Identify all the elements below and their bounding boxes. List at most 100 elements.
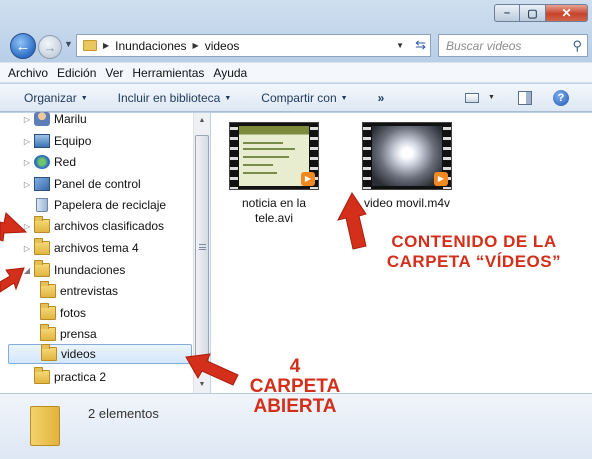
- media-player-icon: ▶: [301, 172, 315, 186]
- annotation-content: CONTENIDO DE LA CARPETA “VÍDEOS”: [368, 232, 580, 272]
- expand-arrow-icon[interactable]: ▷: [22, 244, 32, 253]
- maximize-icon[interactable]: ▢: [520, 4, 546, 22]
- navigation-pane: ▷ Marilu ▷ Equipo ▷ Red ▷ Panel de contr…: [0, 112, 210, 393]
- expand-arrow-icon[interactable]: ▷: [22, 137, 32, 146]
- annotation-open-folder: 4 CARPETA ABIERTA: [236, 357, 354, 417]
- change-view-icon[interactable]: [465, 93, 479, 103]
- organize-button[interactable]: Organizar ▼: [24, 91, 88, 105]
- tree-item-label: archivos clasificados: [54, 219, 165, 233]
- tree-item-papelera[interactable]: Papelera de reciclaje: [22, 195, 166, 215]
- expand-arrow-icon[interactable]: ▷: [22, 180, 32, 189]
- file-name-line: tele.avi: [254, 211, 294, 225]
- tree-item-label: fotos: [60, 306, 87, 320]
- chevron-right-icon[interactable]: ▶: [193, 41, 199, 50]
- grip-icon: [199, 244, 206, 250]
- annotation-line: ABIERTA: [253, 396, 337, 417]
- tree-item-label: prensa: [60, 327, 97, 341]
- minimize-icon[interactable]: –: [494, 4, 520, 22]
- address-bar[interactable]: ▶ Inundaciones ▶ videos ▼ ⇆: [76, 34, 431, 57]
- more-commands-button[interactable]: »: [378, 91, 385, 105]
- tree-item-fotos[interactable]: fotos: [38, 303, 86, 323]
- tree-item-label: Papelera de reciclaje: [54, 198, 167, 212]
- folder-icon: [34, 367, 50, 384]
- tree-item-entrevistas[interactable]: entrevistas: [38, 281, 118, 301]
- annotation-line: 4: [289, 356, 301, 377]
- item-count: 2 elementos: [88, 406, 159, 421]
- chevron-right-icon[interactable]: ▶: [103, 41, 109, 50]
- navigation-scrollbar[interactable]: ▲ ▼: [193, 113, 210, 393]
- menu-archivo[interactable]: Archivo: [8, 66, 48, 80]
- scroll-down-icon[interactable]: ▼: [194, 377, 210, 393]
- scroll-thumb[interactable]: [195, 135, 209, 365]
- view-dropdown-icon[interactable]: ▼: [488, 94, 495, 101]
- folder-icon: [30, 406, 60, 446]
- tree-item-archivos-clasificados[interactable]: ▷ archivos clasificados: [22, 216, 164, 236]
- tree-item-videos[interactable]: videos: [8, 344, 192, 364]
- organize-label: Organizar: [24, 90, 77, 105]
- annotation-line: CARPETA: [249, 376, 341, 397]
- tree-item-equipo[interactable]: ▷ Equipo: [22, 131, 91, 151]
- refresh-icon[interactable]: ⇆: [415, 37, 426, 53]
- thumbnail-frame: [239, 126, 309, 186]
- tree-item-archivos-tema-4[interactable]: ▷ archivos tema 4: [22, 238, 139, 258]
- file-name-line: noticia en la: [241, 196, 307, 210]
- search-icon[interactable]: ⚲: [572, 38, 582, 54]
- expand-arrow-icon[interactable]: ▷: [22, 222, 32, 231]
- breadcrumb-inundaciones[interactable]: Inundaciones: [115, 39, 186, 53]
- chevron-down-icon: ▼: [80, 94, 88, 102]
- computer-icon: [34, 134, 50, 148]
- share-label: Compartir con: [261, 90, 337, 105]
- tree-item-label: videos: [61, 347, 96, 361]
- tree-item-label: practica 2: [54, 370, 107, 384]
- tree-item-panel-de-control[interactable]: ▷ Panel de control: [22, 174, 141, 194]
- address-dropdown-icon[interactable]: ▼: [396, 41, 404, 50]
- menu-herramientas[interactable]: Herramientas: [132, 66, 204, 80]
- address-folder-icon: [83, 40, 97, 51]
- expand-arrow-icon[interactable]: ▷: [22, 158, 32, 167]
- tree-item-practica-2[interactable]: practica 2: [32, 367, 106, 387]
- tree-item-label: Marilu: [54, 112, 87, 126]
- tree-item-label: entrevistas: [60, 284, 119, 298]
- chevron-down-icon: ▼: [224, 94, 232, 102]
- tree-item-label: Equipo: [54, 134, 92, 148]
- film-strip-icon: [230, 123, 238, 189]
- menu-ayuda[interactable]: Ayuda: [213, 66, 247, 80]
- folder-icon: [34, 238, 50, 255]
- navigation-bar: ← → ▼ ▶ Inundaciones ▶ videos ▼ ⇆ Buscar…: [8, 30, 588, 60]
- menu-ver[interactable]: Ver: [105, 66, 123, 80]
- control-panel-icon: [34, 177, 50, 191]
- thumbnail-frame: [372, 126, 442, 186]
- explorer-window: – ▢ ✕ ← → ▼ ▶ Inundaciones ▶ videos ▼ ⇆ …: [0, 0, 592, 459]
- tree-item-marilu[interactable]: ▷ Marilu: [22, 109, 87, 129]
- user-icon: [34, 112, 50, 126]
- collapse-arrow-icon[interactable]: ◢: [22, 266, 32, 275]
- include-library-button[interactable]: Incluir en biblioteca ▼: [118, 91, 232, 105]
- close-icon[interactable]: ✕: [546, 4, 588, 22]
- video-thumbnail: ▶: [362, 122, 452, 190]
- history-dropdown-icon[interactable]: ▼: [64, 39, 73, 49]
- include-label: Incluir en biblioteca: [117, 90, 221, 105]
- scroll-up-icon[interactable]: ▲: [194, 113, 210, 129]
- tree-item-prensa[interactable]: prensa: [38, 324, 97, 344]
- folder-icon: [40, 324, 56, 341]
- tree-item-label: archivos tema 4: [54, 241, 139, 255]
- help-icon[interactable]: ?: [553, 90, 569, 106]
- menu-edicion[interactable]: Edición: [57, 66, 96, 80]
- folder-icon: [41, 344, 57, 361]
- breadcrumb-videos[interactable]: videos: [205, 39, 240, 53]
- search-input[interactable]: Buscar videos ⚲: [438, 34, 588, 57]
- caption-buttons: – ▢ ✕: [494, 4, 588, 22]
- tree-item-label: Red: [54, 155, 77, 169]
- tree-item-inundaciones[interactable]: ◢ Inundaciones: [22, 260, 125, 280]
- file-item-video-movil[interactable]: ▶ video movil.m4v: [347, 122, 467, 211]
- media-player-icon: ▶: [434, 172, 448, 186]
- network-icon: [34, 155, 50, 169]
- back-arrow-icon[interactable]: ←: [10, 33, 36, 59]
- folder-icon: [40, 281, 56, 298]
- share-button[interactable]: Compartir con ▼: [261, 91, 347, 105]
- expand-arrow-icon[interactable]: ▷: [22, 115, 32, 124]
- preview-pane-icon[interactable]: [518, 91, 532, 105]
- file-item-noticia[interactable]: ▶ noticia en la tele.avi: [224, 122, 324, 226]
- tree-item-red[interactable]: ▷ Red: [22, 152, 76, 172]
- forward-arrow-icon[interactable]: →: [38, 35, 62, 59]
